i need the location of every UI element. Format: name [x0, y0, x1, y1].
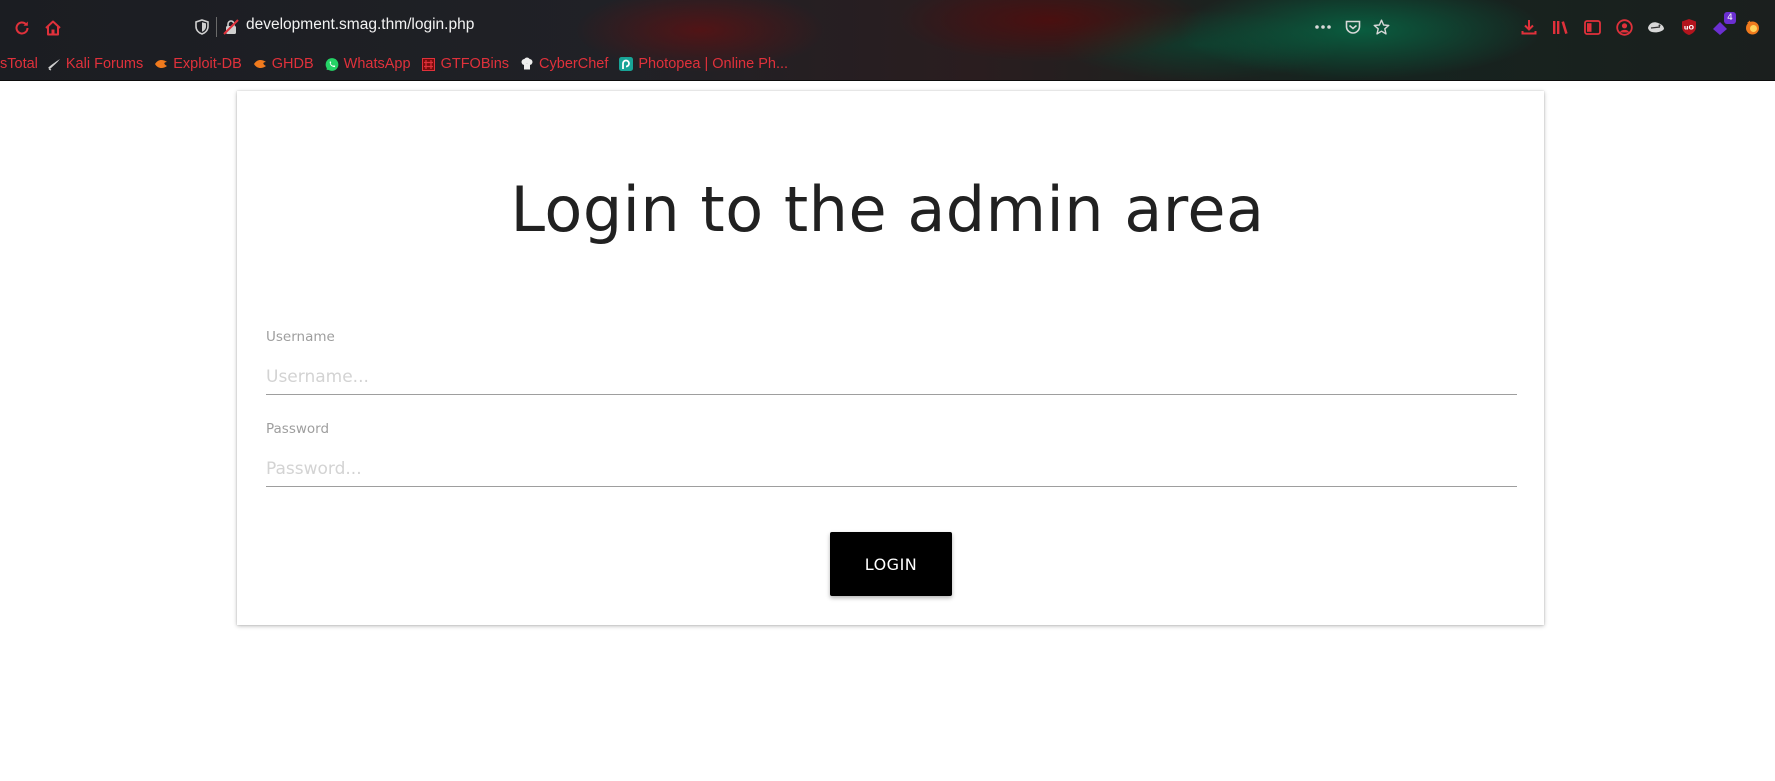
ghdb-icon [253, 57, 267, 71]
urlbar-separator [216, 17, 217, 37]
bookmark-label: CyberChef [539, 56, 609, 72]
username-input[interactable] [266, 360, 1517, 395]
sidebar-icon[interactable] [1581, 16, 1603, 38]
url-field[interactable]: development.smag.thm/login.php [246, 16, 474, 34]
library-icon[interactable] [1549, 16, 1571, 38]
username-label: Username [266, 329, 335, 345]
bookmark-label: GTFOBins [440, 56, 510, 72]
ublock-icon[interactable]: uO [1678, 16, 1700, 38]
password-label: Password [266, 421, 330, 437]
bookmark-whatsapp[interactable]: WhatsApp [325, 56, 411, 72]
bookmark-exploit-db[interactable]: Exploit-DB [154, 56, 242, 72]
bookmark-ghdb[interactable]: GHDB [253, 56, 314, 72]
bookmark-virustotal[interactable]: sTotal [0, 56, 38, 72]
exploit-db-icon [154, 57, 168, 71]
bookmark-label: Exploit-DB [173, 56, 242, 72]
extension-badge-count: 4 [1724, 12, 1736, 24]
bookmark-cyberchef[interactable]: CyberChef [520, 56, 608, 72]
cyberchef-icon [520, 57, 534, 71]
insecure-lock-icon[interactable] [222, 18, 240, 36]
bookmark-kali-forums[interactable]: Kali Forums [47, 56, 143, 72]
extension-icon[interactable] [1645, 16, 1667, 38]
kali-icon [47, 57, 61, 71]
downloads-icon[interactable] [1518, 16, 1540, 38]
pocket-icon[interactable] [1342, 16, 1364, 38]
tracking-protection-icon[interactable] [193, 18, 211, 36]
more-actions-icon[interactable] [1312, 16, 1334, 38]
page-title: Login to the admin area [510, 173, 1265, 246]
password-input[interactable] [266, 452, 1517, 487]
photopea-icon [619, 57, 634, 71]
gtfobins-icon [422, 57, 436, 71]
reload-icon[interactable] [12, 18, 32, 38]
bookmark-label: Kali Forums [65, 56, 144, 72]
browser-toolbar: development.smag.thm/login.php uO 4 sTot… [0, 0, 1775, 81]
bookmarks-toolbar: sTotal Kali Forums Exploit-DB GHDB Whats… [0, 52, 799, 76]
toolbar-divider [0, 80, 1775, 81]
bookmark-label: WhatsApp [343, 56, 411, 72]
bookmark-photopea[interactable]: Photopea | Online Ph... [619, 56, 788, 72]
bookmark-label: GHDB [271, 56, 314, 72]
bookmark-star-icon[interactable] [1370, 16, 1392, 38]
svg-text:uO: uO [1684, 24, 1695, 32]
home-icon[interactable] [43, 18, 63, 38]
account-icon[interactable] [1613, 16, 1635, 38]
whatsapp-icon [325, 57, 339, 71]
bookmark-label: Photopea | Online Ph... [638, 56, 789, 72]
bookmark-label: sTotal [0, 56, 38, 72]
firefox-extension-icon[interactable] [1741, 16, 1763, 38]
login-button[interactable]: LOGIN [830, 532, 952, 596]
bookmark-gtfobins[interactable]: GTFOBins [422, 56, 509, 72]
